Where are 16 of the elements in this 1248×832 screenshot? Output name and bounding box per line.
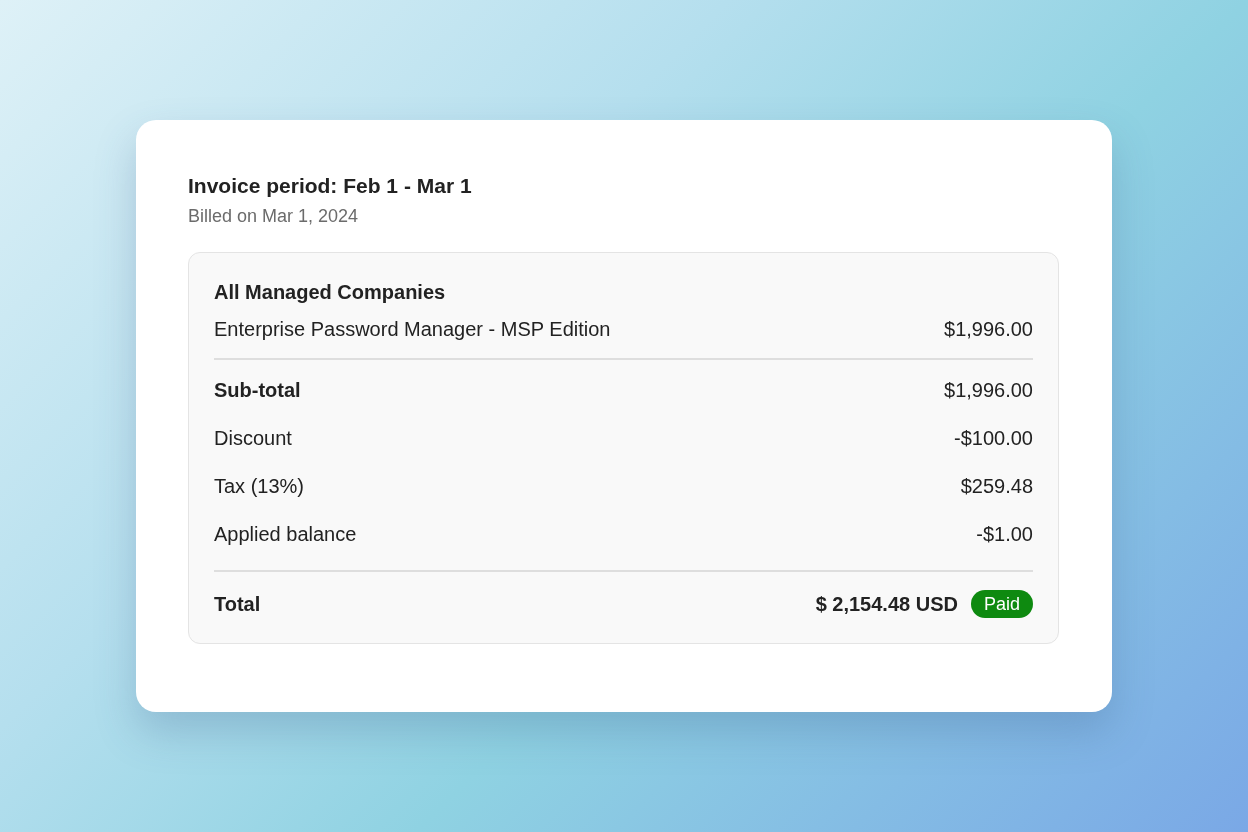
- invoice-title: Invoice period: Feb 1 - Mar 1: [188, 173, 473, 199]
- summary-amount: $1,996.00: [944, 378, 1033, 403]
- billed-date: Billed on Mar 1, 2024: [188, 205, 360, 228]
- item-amount: $1,996.00: [944, 317, 1033, 342]
- total-label: Total: [214, 592, 261, 617]
- summary-label: Tax (13%): [214, 474, 305, 499]
- status-badge: Paid: [970, 590, 1033, 618]
- total-amount: $ 2,154.48 USD: [815, 592, 958, 617]
- summary-label: Discount: [214, 426, 292, 451]
- summary-amount: $259.48: [960, 474, 1033, 499]
- item-label: Enterprise Password Manager - MSP Edition: [214, 317, 611, 342]
- summary-label: Sub-total: [214, 378, 301, 403]
- section-heading: All Managed Companies: [214, 280, 447, 305]
- summary-amount: -$100.00: [954, 426, 1033, 451]
- summary-amount: -$1.00: [976, 522, 1033, 547]
- summary-label: Applied balance: [214, 522, 357, 547]
